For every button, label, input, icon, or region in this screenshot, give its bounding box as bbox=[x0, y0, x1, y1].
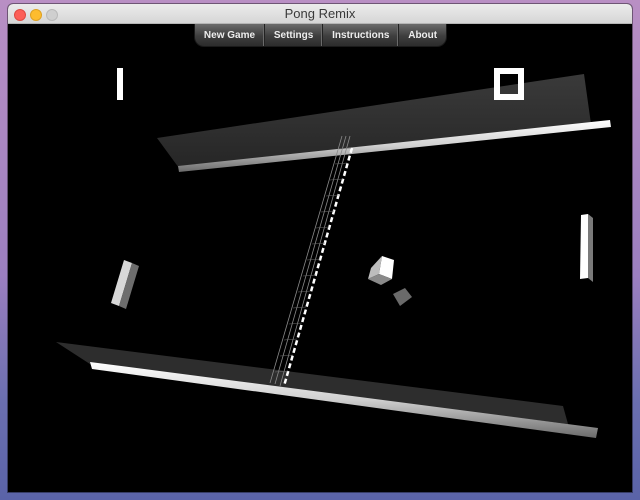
left-paddle bbox=[111, 260, 139, 309]
top-wall bbox=[157, 74, 591, 168]
ball bbox=[368, 256, 394, 285]
left-score-indicator bbox=[117, 68, 123, 100]
ball-shadow bbox=[393, 288, 412, 306]
game-scene bbox=[56, 74, 611, 438]
game-window: Pong Remix New Game Settings Instruction… bbox=[8, 4, 632, 492]
instructions-button[interactable]: Instructions bbox=[323, 24, 400, 46]
title-bar: Pong Remix bbox=[8, 4, 632, 24]
right-paddle bbox=[580, 214, 593, 282]
window-title: Pong Remix bbox=[284, 6, 356, 21]
game-menu: New Game Settings Instructions About bbox=[194, 24, 447, 47]
new-game-button[interactable]: New Game bbox=[195, 24, 265, 46]
settings-button[interactable]: Settings bbox=[265, 24, 324, 46]
bottom-wall bbox=[56, 342, 568, 424]
about-button[interactable]: About bbox=[399, 24, 446, 46]
right-score-indicator bbox=[494, 68, 524, 100]
center-net bbox=[269, 135, 354, 387]
bottom-rail bbox=[90, 362, 598, 438]
